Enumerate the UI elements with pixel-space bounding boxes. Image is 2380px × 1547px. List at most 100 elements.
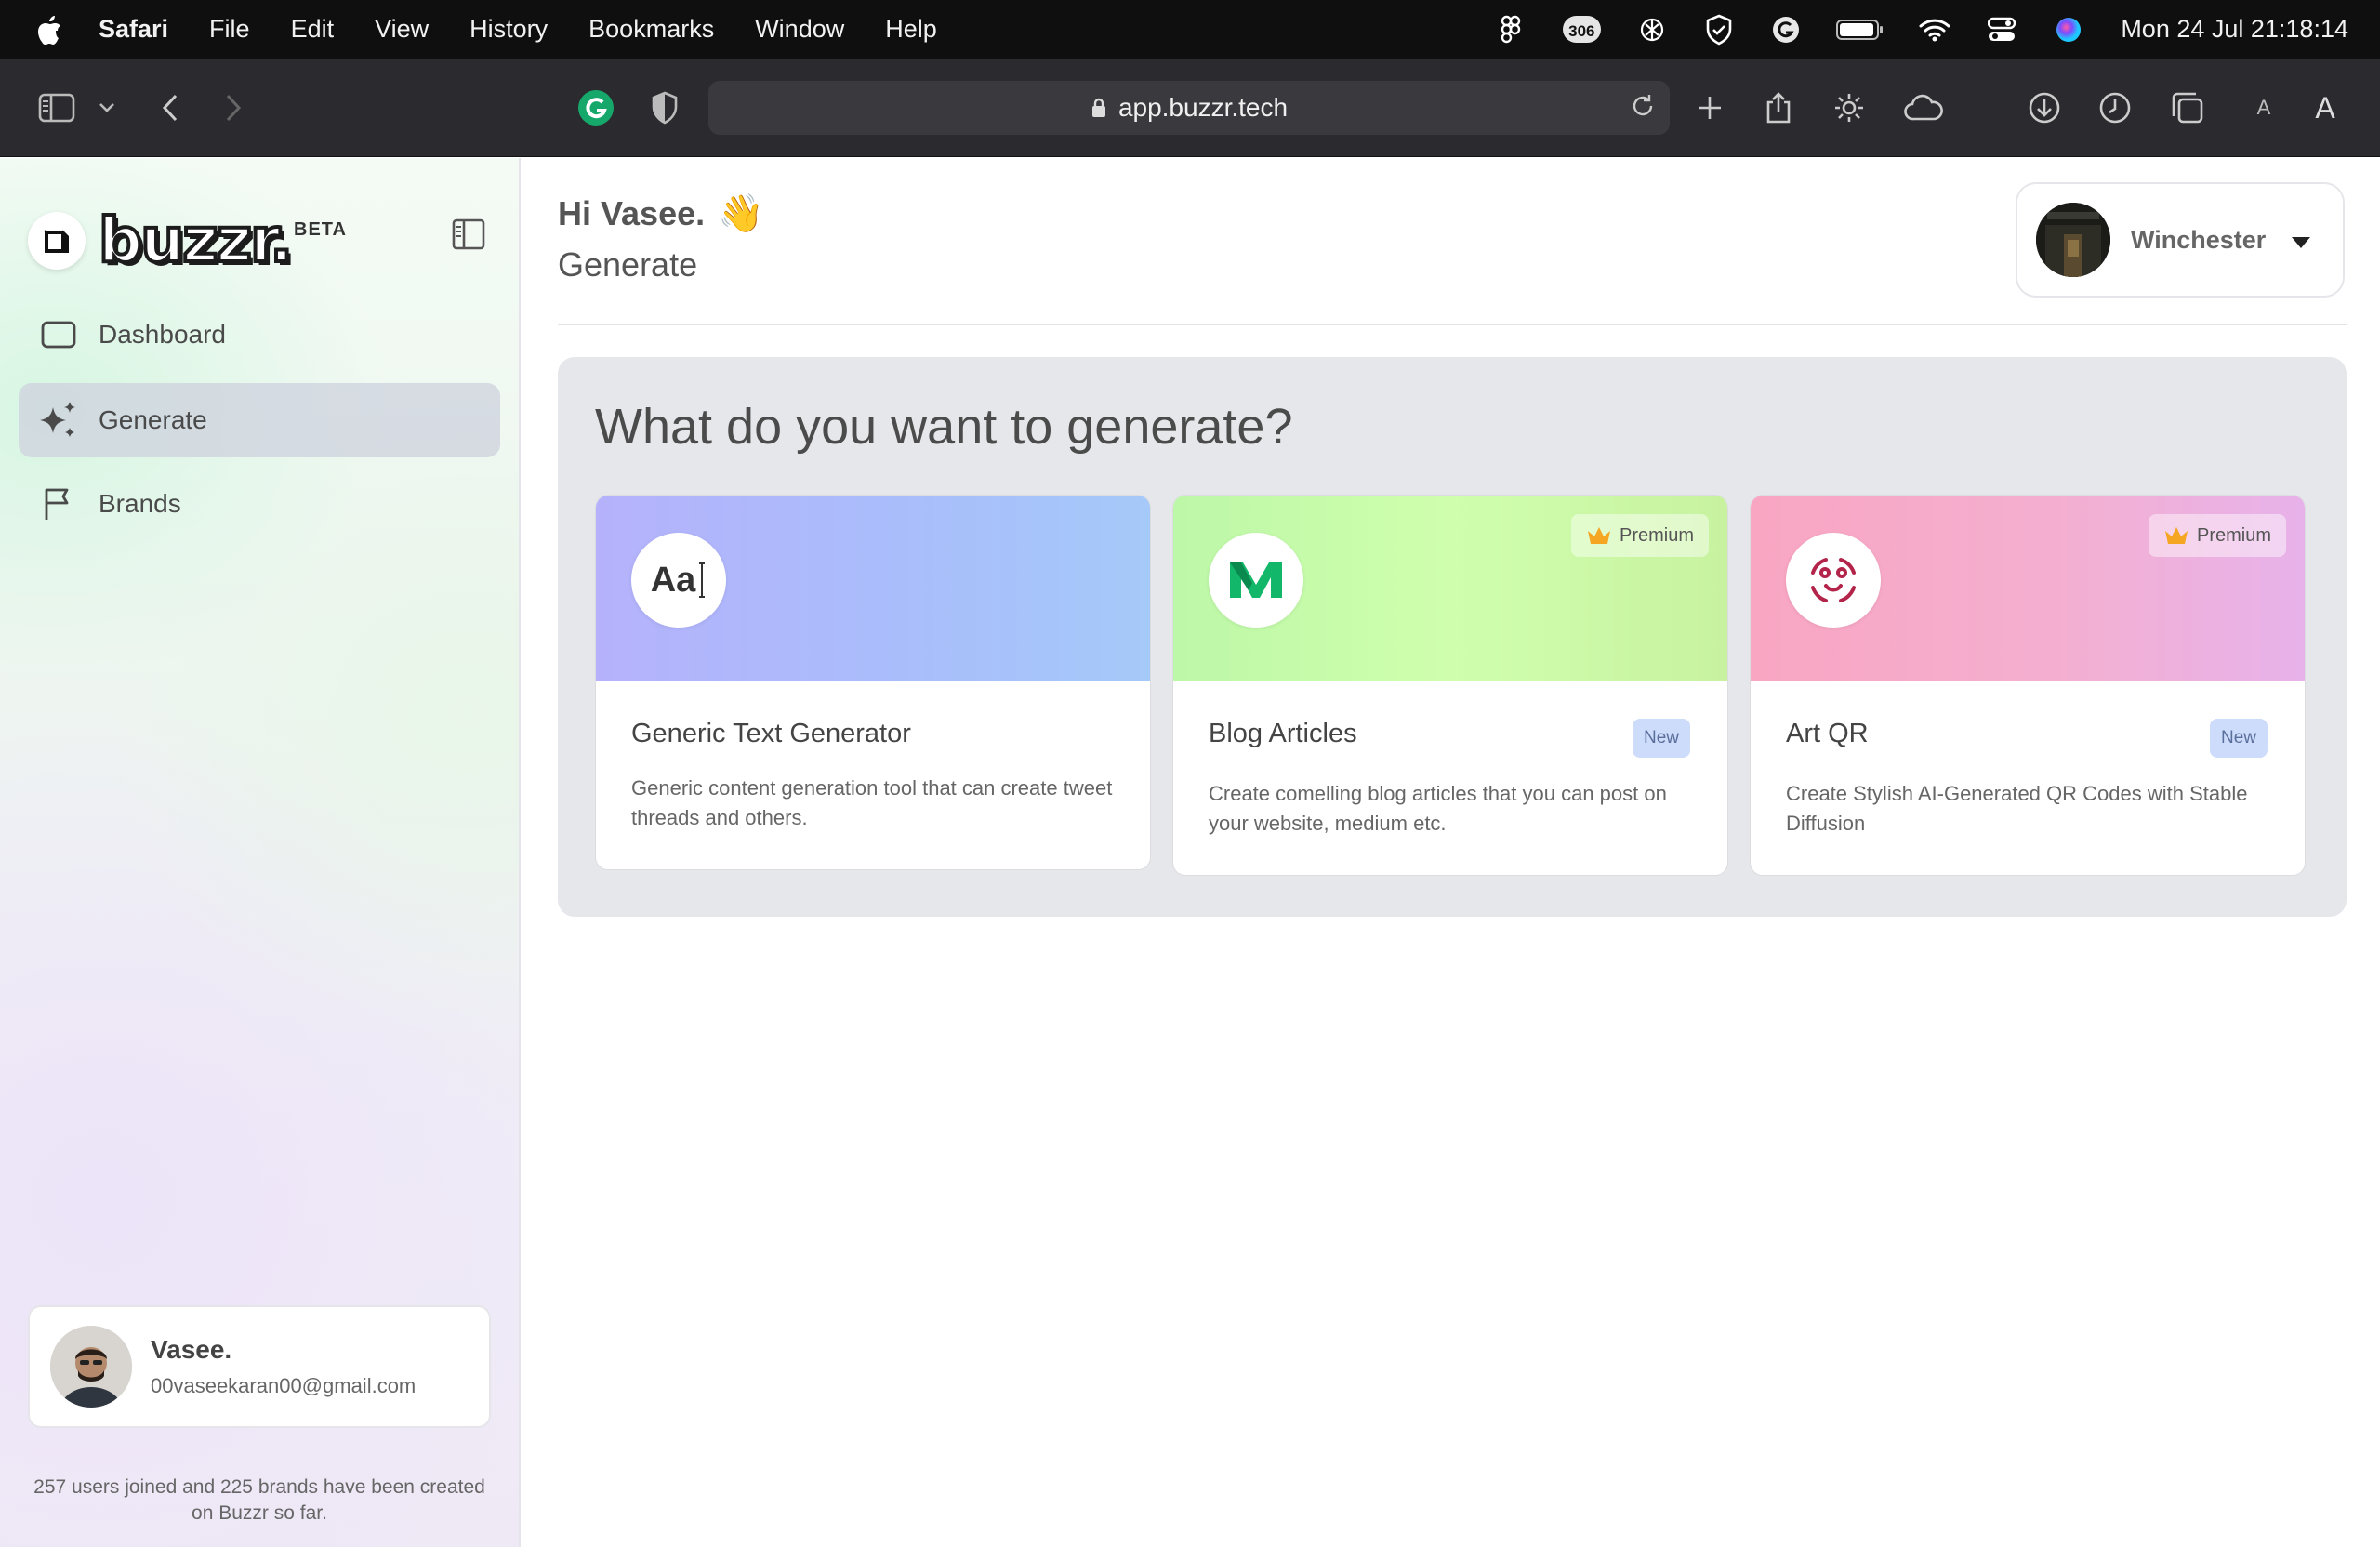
card-title: Generic Text Generator xyxy=(631,719,911,748)
downloads-icon[interactable] xyxy=(2023,86,2066,129)
card-body: Blog Articles New Create comelling blog … xyxy=(1173,681,1727,839)
menu-file[interactable]: File xyxy=(189,15,271,44)
generate-options-panel: What do you want to generate? Aa Generic… xyxy=(558,357,2347,917)
buzzr-logo-text: buzzr. xyxy=(97,205,295,276)
menu-history[interactable]: History xyxy=(449,15,568,44)
settings-gear-icon[interactable] xyxy=(1828,86,1871,129)
page-title: Generate xyxy=(558,245,698,284)
text-larger-button[interactable]: A xyxy=(2304,86,2347,129)
url-text: app.buzzr.tech xyxy=(1117,93,1289,122)
card-description: Generic content generation tool that can… xyxy=(631,776,1113,829)
privacy-shield-icon[interactable] xyxy=(643,86,686,129)
sparkles-icon xyxy=(19,400,99,441)
share-icon[interactable] xyxy=(1757,86,1800,129)
main-content: Hi Vasee. 👋 Generate Winchester What do … xyxy=(521,158,2380,1547)
sidebar-item-generate[interactable]: Generate xyxy=(19,383,500,457)
notification-count-badge: 306 xyxy=(1563,16,1601,43)
brand-name: Winchester xyxy=(2131,225,2267,254)
grammarly-menubar-icon[interactable] xyxy=(1767,11,1805,48)
battery-icon[interactable] xyxy=(1834,11,1886,48)
menubar-clock[interactable]: Mon 24 Jul 21:18:14 xyxy=(2121,15,2348,44)
lock-icon xyxy=(1091,97,1107,119)
sidebar-item-label: Brands xyxy=(99,489,181,518)
greeting-text: Hi Vasee. xyxy=(558,193,706,232)
card-banner: Premium xyxy=(1173,496,1727,681)
reload-icon[interactable] xyxy=(1629,92,1657,126)
icon-text: Aa xyxy=(650,560,696,600)
text-aa-icon: Aa xyxy=(631,533,726,628)
buzzr-logo-mark-icon xyxy=(28,212,86,270)
sidebar-item-brands[interactable]: Brands xyxy=(19,467,500,541)
cloud-badge-icon[interactable]: 306 xyxy=(1559,11,1604,48)
apple-icon[interactable] xyxy=(0,15,99,45)
forward-arrow-icon[interactable] xyxy=(212,86,255,129)
sidebar-item-label: Generate xyxy=(99,405,207,434)
card-description: Create comelling blog articles that you … xyxy=(1209,782,1667,835)
card-title: Art QR xyxy=(1786,719,1869,748)
square-icon xyxy=(19,320,99,350)
crown-icon xyxy=(1587,527,1610,544)
card-body: Art QR New Create Stylish AI-Generated Q… xyxy=(1751,681,2305,839)
app-sidebar: buzzr. BETA Dashboard Generate Brands Va… xyxy=(0,158,521,1547)
brand-selector-dropdown[interactable]: Winchester xyxy=(2016,182,2345,298)
premium-label: Premium xyxy=(1619,524,1694,546)
card-title: Blog Articles xyxy=(1209,719,1357,748)
history-clock-icon[interactable] xyxy=(2094,86,2136,129)
menubar-status-area: 306 Mon 24 Jul 21:18:14 xyxy=(1477,0,2380,59)
address-bar[interactable]: app.buzzr.tech xyxy=(708,81,1670,135)
user-profile-card[interactable]: Vasee. 00vaseekaran00@gmail.com xyxy=(28,1305,491,1428)
medium-logo-icon xyxy=(1209,533,1303,628)
menu-edit[interactable]: Edit xyxy=(271,15,355,44)
header-divider xyxy=(558,324,2347,325)
siri-icon[interactable] xyxy=(2050,11,2087,48)
menu-bookmarks[interactable]: Bookmarks xyxy=(568,15,734,44)
card-description: Create Stylish AI-Generated QR Codes wit… xyxy=(1786,782,2248,835)
figma-icon[interactable] xyxy=(1492,11,1529,48)
buzzr-logo[interactable]: buzzr. xyxy=(28,205,295,276)
back-arrow-icon[interactable] xyxy=(149,86,192,129)
new-tab-plus-icon[interactable] xyxy=(1688,86,1731,129)
card-body: Generic Text Generator Generic content g… xyxy=(596,681,1150,833)
user-name: Vasee. xyxy=(151,1335,232,1364)
menu-help[interactable]: Help xyxy=(865,15,958,44)
art-qr-card[interactable]: Premium Art QR New Create Stylish AI-Gen… xyxy=(1750,495,2306,876)
flag-icon xyxy=(19,486,99,522)
crown-icon xyxy=(2164,527,2188,544)
card-banner: Aa xyxy=(596,496,1150,681)
sidebar-item-label: Dashboard xyxy=(99,320,226,349)
new-badge: New xyxy=(1632,719,1690,758)
menu-window[interactable]: Window xyxy=(734,15,865,44)
waving-hand-icon: 👋 xyxy=(718,193,764,234)
sidebar-item-dashboard[interactable]: Dashboard xyxy=(19,298,500,372)
wifi-icon[interactable] xyxy=(1916,11,1953,48)
premium-badge: Premium xyxy=(1570,514,1709,557)
premium-label: Premium xyxy=(2196,524,2271,546)
grammarly-icon[interactable] xyxy=(575,86,617,129)
icloud-icon[interactable] xyxy=(1902,86,1945,129)
macos-menubar: Safari File Edit View History Bookmarks … xyxy=(0,0,2380,59)
openai-icon[interactable] xyxy=(1633,11,1671,48)
new-badge: New xyxy=(2209,719,2268,758)
blog-articles-card[interactable]: Premium Blog Articles New Create comelli… xyxy=(1172,495,1728,876)
caret-down-icon xyxy=(2291,236,2311,254)
stats-footer-note: 257 users joined and 225 brands have bee… xyxy=(33,1476,485,1524)
premium-badge: Premium xyxy=(2148,514,2286,557)
user-email: 00vaseekaran00@gmail.com xyxy=(151,1374,416,1397)
panel-title: What do you want to generate? xyxy=(595,399,1293,455)
chevron-down-icon[interactable] xyxy=(86,86,128,129)
generic-text-generator-card[interactable]: Aa Generic Text Generator Generic conten… xyxy=(595,495,1151,870)
menu-view[interactable]: View xyxy=(354,15,449,44)
tab-overview-icon[interactable] xyxy=(2166,86,2209,129)
sidebar-toggle-icon[interactable] xyxy=(35,86,78,129)
beta-label: BETA xyxy=(294,219,347,240)
text-smaller-button[interactable]: A xyxy=(2242,86,2285,129)
card-banner: Premium xyxy=(1751,496,2305,681)
browser-toolbar: app.buzzr.tech A A xyxy=(0,59,2380,157)
avatar xyxy=(50,1326,132,1408)
menu-app-safari[interactable]: Safari xyxy=(99,15,189,44)
face-scan-icon xyxy=(1786,533,1881,628)
control-center-icon[interactable] xyxy=(1983,11,2020,48)
collapse-sidebar-icon[interactable] xyxy=(450,216,487,253)
brand-avatar xyxy=(2036,203,2110,277)
shield-check-icon[interactable] xyxy=(1700,11,1738,48)
